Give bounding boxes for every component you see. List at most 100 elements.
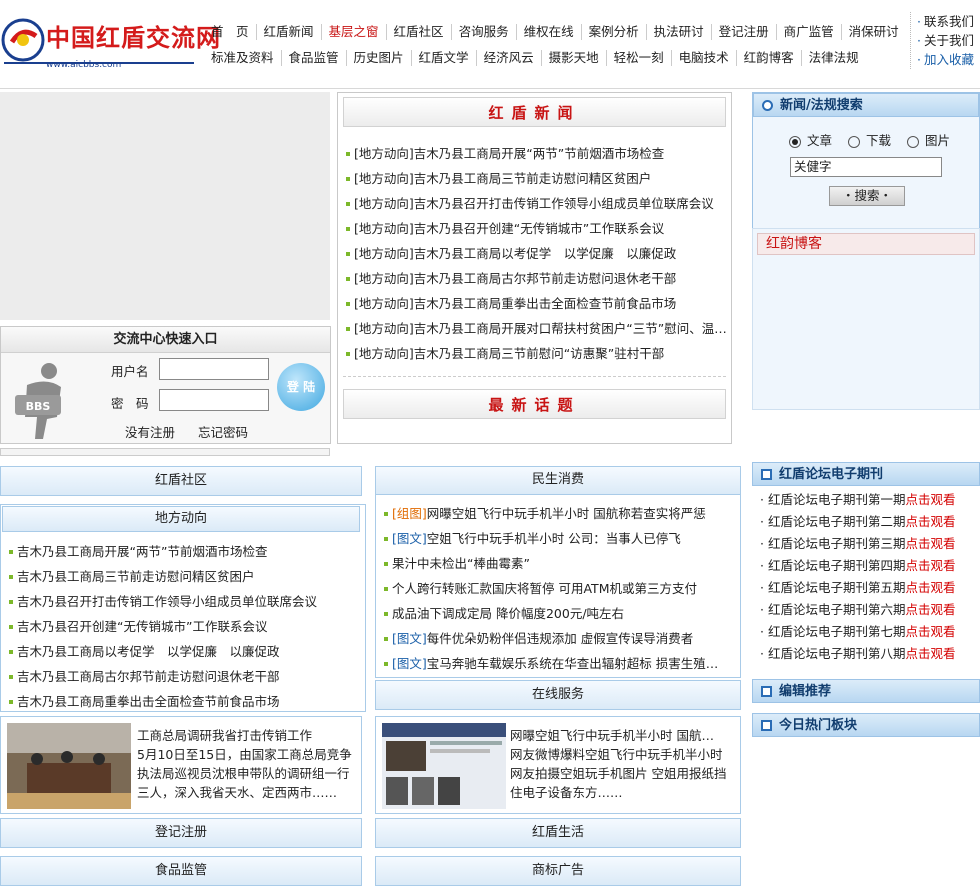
radio-article[interactable]: 文章 <box>789 133 832 148</box>
nav-item[interactable]: 咨询服务 <box>452 24 517 40</box>
screenshot-photo-icon[interactable] <box>382 723 506 809</box>
online-service-title[interactable]: 在线服务 <box>375 680 741 710</box>
nav-item[interactable]: 基层之窗 <box>322 24 387 40</box>
livelihood-item[interactable]: [组图]网曝空姐飞行中玩手机半小时 国航称若查实将严惩 <box>384 503 734 522</box>
username-input[interactable] <box>159 358 269 380</box>
password-input[interactable] <box>159 389 269 411</box>
nav-item[interactable]: 首 页 <box>204 24 257 40</box>
hot-header[interactable]: 今日热门板块 <box>752 713 980 737</box>
keyword-input[interactable]: 关健字 <box>790 157 942 177</box>
news-item-text[interactable]: [地方动向]吉木乃县工商局开展“两节”节前烟酒市场检查 <box>354 146 664 161</box>
livelihood-text[interactable]: 网曝空姐飞行中玩手机半小时 国航称若查实将严惩 <box>427 506 706 521</box>
local-news-text[interactable]: 吉木乃县工商局开展“两节”节前烟酒市场检查 <box>17 544 267 559</box>
community-section-title[interactable]: 红盾社区 <box>0 466 362 496</box>
nav-item[interactable]: 登记注册 <box>712 24 777 40</box>
nav-item[interactable]: 红盾社区 <box>387 24 452 40</box>
news-item[interactable]: [地方动向]吉木乃县工商局古尔邦节前走访慰问退休老干部 <box>346 268 726 287</box>
recommend-header[interactable]: 编辑推荐 <box>752 679 980 703</box>
radio-download-dot[interactable] <box>848 135 860 148</box>
news-item[interactable]: [地方动向]吉木乃县工商局三节前走访慰问精区贫困户 <box>346 168 726 187</box>
local-news-item[interactable]: 吉木乃县召开打击传销工作领导小组成员单位联席会议 <box>9 591 317 610</box>
local-news-item[interactable]: 吉木乃县工商局三节前走访慰问精区贫困户 <box>9 566 255 585</box>
livelihood-text[interactable]: 果汁中未检出“棒曲霉素” <box>392 556 530 571</box>
livelihood-item[interactable]: 果汁中未检出“棒曲霉素” <box>384 553 734 572</box>
livelihood-item[interactable]: 成品油下调成定局 降价幅度200元/吨左右 <box>384 603 734 622</box>
meeting-photo-icon[interactable] <box>7 723 131 809</box>
ejournal-issue[interactable]: 红盾论坛电子期刊第四期 <box>768 558 906 573</box>
nav-item[interactable]: 红韵博客 <box>737 50 802 66</box>
news-item-text[interactable]: [地方动向]吉木乃县工商局以考促学 以学促廉 以廉促政 <box>354 246 676 261</box>
livelihood-text[interactable]: 宝马奔驰车载娱乐系统在华查出辐射超标 损害生殖… <box>427 656 718 671</box>
livelihood-text[interactable]: 空姐飞行中玩手机半小时 公司：当事人已停飞 <box>427 531 681 546</box>
life-section-title[interactable]: 红盾生活 <box>375 818 741 848</box>
news-item[interactable]: [地方动向]吉木乃县工商局开展对口帮扶村贫困户“三节”慰问、温… <box>346 318 726 337</box>
local-news-text[interactable]: 吉木乃县召开打击传销工作领导小组成员单位联席会议 <box>17 594 317 609</box>
forgot-password-link[interactable]: 忘记密码 <box>198 422 248 441</box>
news-item[interactable]: [地方动向]吉木乃县工商局以考促学 以学促廉 以廉促政 <box>346 243 726 262</box>
ejournal-issue[interactable]: 红盾论坛电子期刊第一期 <box>768 492 906 507</box>
watch-link[interactable]: 点击观看 <box>905 580 955 595</box>
site-logo[interactable]: 中国红盾交流网 www.aicbbs.com <box>0 0 220 78</box>
news-item-text[interactable]: [地方动向]吉木乃县工商局重拳出击全面检查节前食品市场 <box>354 296 676 311</box>
nav-item[interactable]: 消保研讨 <box>842 24 906 40</box>
news-item[interactable]: [地方动向]吉木乃县工商局开展“两节”节前烟酒市场检查 <box>346 143 726 162</box>
about-link[interactable]: · 关于我们 <box>917 31 980 50</box>
feature-1-title[interactable]: 工商总局调研我省打击传销工作 <box>137 725 312 744</box>
food-section-title[interactable]: 食品监管 <box>0 856 362 886</box>
radio-image-dot[interactable] <box>907 135 919 148</box>
feature-2-title[interactable]: 网曝空姐飞行中玩手机半小时 国航… <box>510 725 714 744</box>
watch-link[interactable]: 点击观看 <box>905 514 955 529</box>
local-news-item[interactable]: 吉木乃县工商局以考促学 以学促廉 以廉促政 <box>9 641 280 660</box>
watch-link[interactable]: 点击观看 <box>905 536 955 551</box>
watch-link[interactable]: 点击观看 <box>905 492 955 507</box>
nav-item[interactable]: 食品监管 <box>282 50 347 66</box>
local-news-item[interactable]: 吉木乃县召开创建“无传销城市”工作联系会议 <box>9 616 267 635</box>
livelihood-item[interactable]: 个人跨行转账汇款国庆将暂停 可用ATM机或第三方支付 <box>384 578 734 597</box>
radio-article-dot[interactable] <box>789 135 801 148</box>
local-news-text[interactable]: 吉木乃县工商局以考促学 以学促廉 以廉促政 <box>17 644 280 659</box>
login-button[interactable]: 登 陆 <box>277 363 325 411</box>
search-button[interactable]: ・搜索・ <box>829 186 905 206</box>
nav-item[interactable]: 执法研讨 <box>647 24 712 40</box>
livelihood-item[interactable]: [图文]每件优朵奶粉伴侣违规添加 虚假宣传误导消费者 <box>384 628 734 647</box>
nav-item[interactable]: 电脑技术 <box>672 50 737 66</box>
nav-item[interactable]: 商广监管 <box>777 24 842 40</box>
news-item[interactable]: [地方动向]吉木乃县召开打击传销工作领导小组成员单位联席会议 <box>346 193 726 212</box>
ejournal-issue[interactable]: 红盾论坛电子期刊第二期 <box>768 514 906 529</box>
news-item[interactable]: [地方动向]吉木乃县召开创建“无传销城市”工作联系会议 <box>346 218 726 237</box>
local-news-item[interactable]: 吉木乃县工商局重拳出击全面检查节前食品市场 <box>9 691 280 710</box>
news-item-text[interactable]: [地方动向]吉木乃县工商局三节前慰问“访惠聚”驻村干部 <box>354 346 664 361</box>
ejournal-issue[interactable]: 红盾论坛电子期刊第五期 <box>768 580 906 595</box>
news-item-text[interactable]: [地方动向]吉木乃县工商局古尔邦节前走访慰问退休老干部 <box>354 271 676 286</box>
nav-item[interactable]: 摄影天地 <box>542 50 607 66</box>
blog-title[interactable]: 红韵博客 <box>757 233 975 255</box>
news-item-text[interactable]: [地方动向]吉木乃县工商局开展对口帮扶村贫困户“三节”慰问、温… <box>354 321 726 336</box>
favorite-link[interactable]: · 加入收藏 <box>917 50 980 69</box>
radio-download[interactable]: 下载 <box>848 133 891 148</box>
local-news-item[interactable]: 吉木乃县工商局古尔邦节前走访慰问退休老干部 <box>9 666 280 685</box>
local-news-text[interactable]: 吉木乃县工商局古尔邦节前走访慰问退休老干部 <box>17 669 280 684</box>
local-news-text[interactable]: 吉木乃县召开创建“无传销城市”工作联系会议 <box>17 619 267 634</box>
livelihood-text[interactable]: 每件优朵奶粉伴侣违规添加 虚假宣传误导消费者 <box>427 631 693 646</box>
watch-link[interactable]: 点击观看 <box>905 558 955 573</box>
livelihood-title[interactable]: 民生消费 <box>376 467 740 495</box>
livelihood-item[interactable]: [图文]空姐飞行中玩手机半小时 公司：当事人已停飞 <box>384 528 734 547</box>
ejournal-issue[interactable]: 红盾论坛电子期刊第三期 <box>768 536 906 551</box>
local-news-item[interactable]: 吉木乃县工商局开展“两节”节前烟酒市场检查 <box>9 541 267 560</box>
nav-item[interactable]: 标准及资料 <box>204 50 282 66</box>
nav-item[interactable]: 案例分析 <box>582 24 647 40</box>
ejournal-issue[interactable]: 红盾论坛电子期刊第六期 <box>768 602 906 617</box>
nav-item[interactable]: 法律法规 <box>802 50 866 66</box>
local-news-title[interactable]: 地方动向 <box>2 506 360 532</box>
local-news-text[interactable]: 吉木乃县工商局重拳出击全面检查节前食品市场 <box>17 694 280 709</box>
livelihood-item[interactable]: [图文]宝马奔驰车载娱乐系统在华查出辐射超标 损害生殖… <box>384 653 734 672</box>
news-item[interactable]: [地方动向]吉木乃县工商局重拳出击全面检查节前食品市场 <box>346 293 726 312</box>
news-item-text[interactable]: [地方动向]吉木乃县召开打击传销工作领导小组成员单位联席会议 <box>354 196 714 211</box>
ejournal-issue[interactable]: 红盾论坛电子期刊第八期 <box>768 646 906 661</box>
watch-link[interactable]: 点击观看 <box>905 646 955 661</box>
nav-item[interactable]: 经济风云 <box>477 50 542 66</box>
nav-item[interactable]: 历史图片 <box>347 50 412 66</box>
register-link[interactable]: 没有注册 <box>125 422 175 441</box>
radio-image[interactable]: 图片 <box>907 133 950 148</box>
news-item-text[interactable]: [地方动向]吉木乃县工商局三节前走访慰问精区贫困户 <box>354 171 651 186</box>
